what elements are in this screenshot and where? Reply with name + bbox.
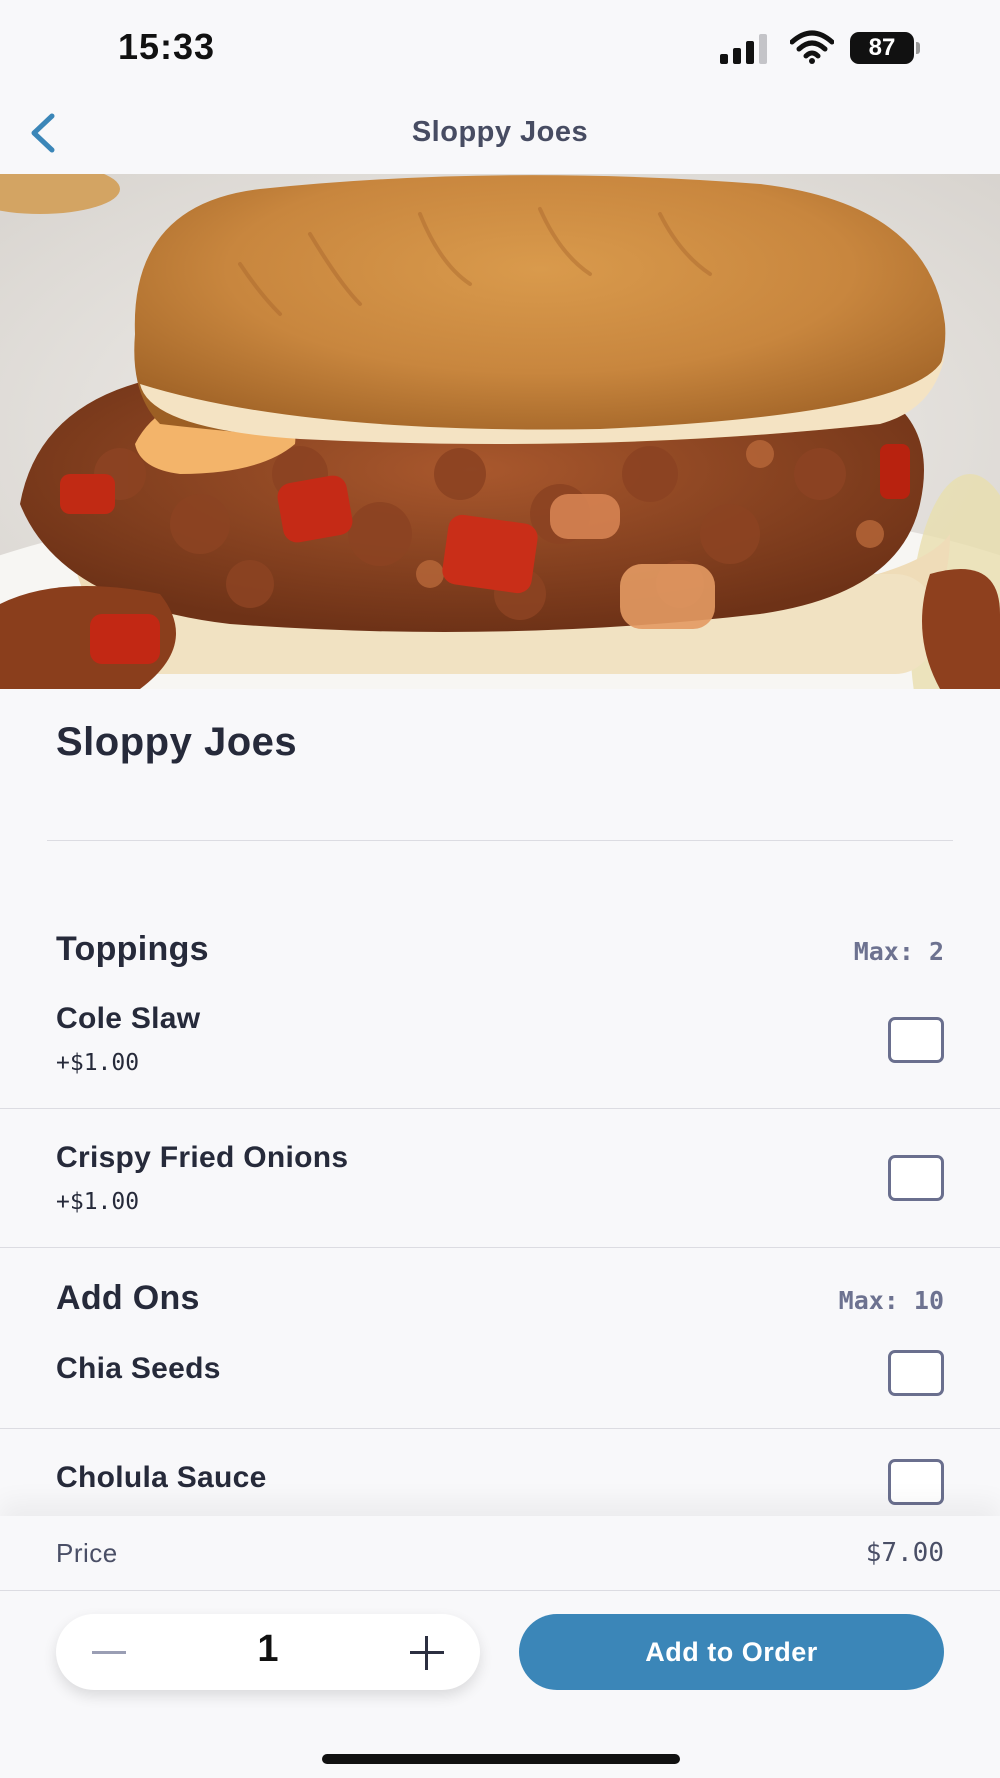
battery-level: 87 [868, 34, 896, 61]
divider [0, 1108, 1000, 1109]
wifi-icon [790, 30, 834, 64]
checkbox-cole-slaw[interactable] [888, 1017, 944, 1063]
option-row-cole-slaw[interactable]: Cole Slaw +$1.00 [0, 1000, 1000, 1108]
plus-icon[interactable] [404, 1630, 450, 1674]
item-photo [0, 174, 1000, 689]
section-title-toppings: Toppings [56, 930, 209, 968]
option-row-cholula-sauce[interactable]: Cholula Sauce [0, 1459, 1000, 1516]
option-price: +$1.00 [56, 1189, 140, 1215]
checkbox-crispy-fried-onions[interactable] [888, 1155, 944, 1201]
section-title-add-ons: Add Ons [56, 1279, 200, 1317]
checkbox-chia-seeds[interactable] [888, 1350, 944, 1396]
divider [0, 1590, 1000, 1591]
option-name: Chia Seeds [56, 1352, 221, 1385]
section-max-add-ons: Max: 10 [838, 1286, 944, 1315]
nav-bar: Sloppy Joes [0, 100, 1000, 174]
nav-title: Sloppy Joes [411, 116, 589, 148]
add-to-order-button[interactable]: Add to Order [519, 1614, 944, 1690]
quantity-stepper[interactable]: 1 [56, 1614, 480, 1690]
order-footer: Price $7.00 1 Add to Order [0, 1516, 1000, 1778]
option-price: +$1.00 [56, 1050, 140, 1076]
divider [47, 840, 953, 841]
home-indicator [322, 1754, 680, 1764]
option-name: Crispy Fried Onions [56, 1141, 349, 1174]
divider [0, 1428, 1000, 1429]
option-row-chia-seeds[interactable]: Chia Seeds [0, 1350, 1000, 1428]
checkbox-cholula-sauce[interactable] [888, 1459, 944, 1505]
status-time: 15:33 [118, 26, 216, 67]
price-label: Price [56, 1538, 118, 1568]
price-value: $7.00 [865, 1538, 944, 1568]
section-max-toppings: Max: 2 [853, 937, 944, 966]
option-name: Cholula Sauce [56, 1461, 267, 1494]
signal-icon [720, 34, 767, 64]
option-row-crispy-fried-onions[interactable]: Crispy Fried Onions +$1.00 [0, 1139, 1000, 1247]
item-title: Sloppy Joes [56, 720, 298, 764]
sandwich-photo [0, 174, 1000, 689]
divider [0, 1247, 1000, 1248]
option-name: Cole Slaw [56, 1002, 201, 1035]
battery-tip [916, 42, 920, 54]
battery-icon: 87 [850, 32, 920, 64]
status-bar: 15:33 87 [0, 0, 1000, 100]
